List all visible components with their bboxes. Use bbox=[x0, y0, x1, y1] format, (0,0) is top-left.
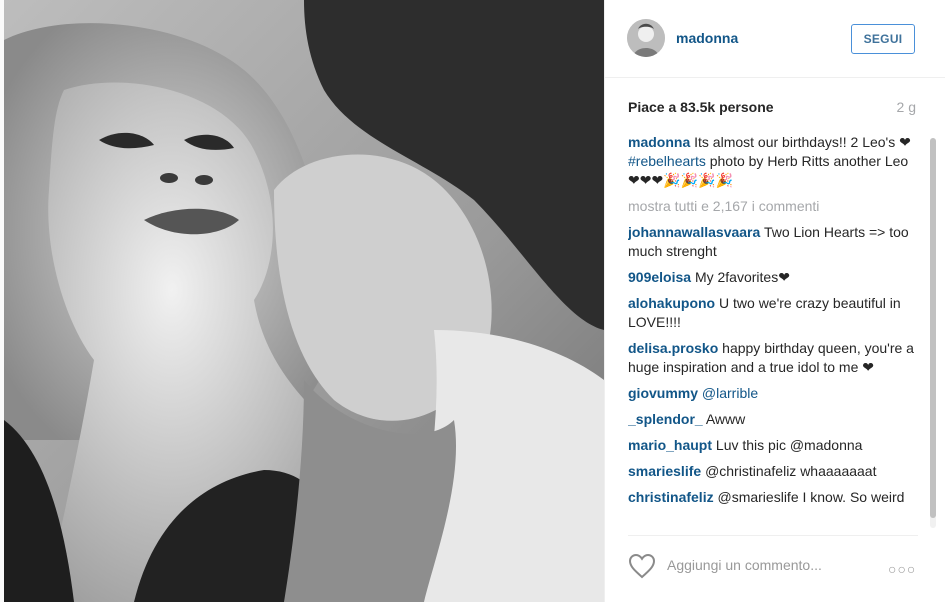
post-photo[interactable] bbox=[0, 0, 604, 602]
post-timestamp[interactable]: 2 g bbox=[897, 99, 916, 115]
comment-username-link[interactable]: _splendor_ bbox=[628, 411, 703, 427]
caption-hashtag-link[interactable]: #rebelhearts bbox=[628, 153, 706, 169]
likes-count[interactable]: Piace a 83.5k persone bbox=[628, 99, 918, 115]
comment-item: alohakupono U two we're crazy beautiful … bbox=[628, 294, 918, 332]
comment-username-link[interactable]: alohakupono bbox=[628, 295, 715, 311]
post-side-panel: madonna SEGUI Piace a 83.5k persone 2 g … bbox=[604, 0, 945, 602]
comment-item: smarieslife @christinafeliz whaaaaaaat bbox=[628, 462, 918, 481]
like-heart-icon[interactable] bbox=[628, 553, 656, 584]
comment-item: giovummy @larrible bbox=[628, 384, 918, 403]
comment-username-link[interactable]: 909eloisa bbox=[628, 269, 691, 285]
comment-text: Awww bbox=[705, 411, 746, 427]
comment-item: delisa.prosko happy birthday queen, you'… bbox=[628, 339, 918, 377]
comments-scrollbar-thumb[interactable] bbox=[930, 138, 936, 518]
add-comment-input[interactable] bbox=[667, 557, 877, 573]
comments-scrollbar[interactable] bbox=[930, 138, 936, 528]
header-username-link[interactable]: madonna bbox=[676, 30, 738, 46]
comment-username-link[interactable]: smarieslife bbox=[628, 463, 701, 479]
comment-item: 909eloisa My 2favorites❤ bbox=[628, 268, 918, 287]
comment-text: @smarieslife I know. So weird bbox=[717, 489, 905, 505]
caption-username-link[interactable]: madonna bbox=[628, 134, 690, 150]
comment-username-link[interactable]: mario_haupt bbox=[628, 437, 712, 453]
comment-username-link[interactable]: johannawallasvaara bbox=[628, 224, 760, 240]
comment-item: mario_haupt Luv this pic @madonna bbox=[628, 436, 918, 455]
follow-button[interactable]: SEGUI bbox=[851, 24, 915, 54]
comment-text: @christinafeliz whaaaaaaat bbox=[705, 463, 877, 479]
caption-comment: madonna Its almost our birthdays!! 2 Leo… bbox=[628, 133, 918, 190]
comment-item: johannawallasvaara Two Lion Hearts => to… bbox=[628, 223, 918, 261]
caption-text-before: Its almost our birthdays!! 2 Leo's ❤ bbox=[694, 134, 911, 150]
show-all-comments-link[interactable]: mostra tutti e 2,167 i commenti bbox=[628, 197, 918, 216]
comment-text: Luv this pic @madonna bbox=[715, 437, 863, 453]
more-options-button[interactable]: ○○○ bbox=[888, 561, 916, 577]
comment-divider bbox=[628, 535, 918, 536]
post-photo-image bbox=[4, 0, 604, 602]
comment-username-link[interactable]: delisa.prosko bbox=[628, 340, 718, 356]
comment-text: My 2favorites❤ bbox=[694, 269, 790, 285]
user-avatar-icon[interactable] bbox=[627, 19, 665, 57]
post-header: madonna SEGUI bbox=[605, 0, 945, 78]
comment-username-link[interactable]: giovummy bbox=[628, 385, 698, 401]
comment-username-link[interactable]: christinafeliz bbox=[628, 489, 714, 505]
comment-mention-link[interactable]: @larrible bbox=[702, 385, 758, 401]
comment-item: christinafeliz @smarieslife I know. So w… bbox=[628, 488, 918, 507]
comments-list: madonna Its almost our birthdays!! 2 Leo… bbox=[628, 133, 918, 533]
comment-item: _splendor_ Awww bbox=[628, 410, 918, 429]
